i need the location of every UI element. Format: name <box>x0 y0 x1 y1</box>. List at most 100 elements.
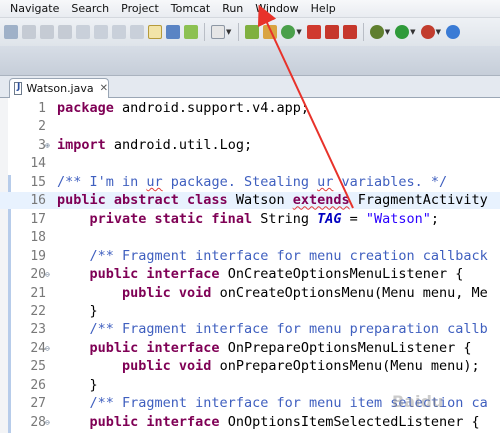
code-token: ur <box>146 173 163 190</box>
menu-window[interactable]: Window <box>249 0 304 18</box>
run-coverage-icon[interactable] <box>420 25 435 39</box>
terminate-icon[interactable] <box>40 25 54 39</box>
toolbar-separator <box>362 23 364 41</box>
step-into-icon[interactable] <box>76 25 90 39</box>
code-token: import <box>57 136 106 153</box>
code-line: 1 package android.support.v4.app; <box>0 100 500 117</box>
line-number: 15 <box>30 174 46 190</box>
code-text: public interface OnPrepareOptionsMenuLis… <box>57 340 472 357</box>
code-token: package <box>57 100 114 116</box>
chevron-down-icon[interactable]: ▼ <box>410 28 415 36</box>
menu-project[interactable]: Project <box>115 0 165 18</box>
menu-search[interactable]: Search <box>65 0 115 18</box>
line-number: 27 <box>30 396 46 412</box>
main-toolbar: ▼ ▼ ▼ ▼ ▼ <box>0 18 500 46</box>
menu-run[interactable]: Run <box>216 0 249 18</box>
collapse-fold-icon[interactable]: ⊖ <box>45 414 50 431</box>
line-number: 21 <box>30 285 46 301</box>
code-token: public void <box>122 358 212 375</box>
code-token: OnOptionsItemSelectedListener { <box>219 413 480 430</box>
code-text: /** I'm in ur package. Stealing ur varia… <box>57 174 447 191</box>
coverage-icon[interactable] <box>342 25 357 39</box>
perspective-area <box>0 46 500 76</box>
editor-tab-watson[interactable]: Watson.java ✕ <box>9 78 109 98</box>
web-icon[interactable] <box>281 25 296 39</box>
open-console-icon[interactable] <box>166 25 180 39</box>
code-text: private static final String TAG = "Watso… <box>57 210 440 228</box>
editor-tab-label: Watson.java <box>26 82 94 95</box>
toolbar-separator <box>238 23 240 41</box>
menu-bar: Navigate Search Project Tomcat Run Windo… <box>0 0 500 18</box>
line-number: 28 <box>30 414 46 430</box>
disconnect-icon[interactable] <box>58 25 72 39</box>
collapse-fold-icon[interactable]: ⊖ <box>45 266 50 283</box>
chevron-down-icon[interactable]: ▼ <box>226 28 231 36</box>
line-number: 2 <box>38 119 46 135</box>
step-return-icon[interactable] <box>112 25 126 39</box>
run-green-icon[interactable] <box>395 25 410 39</box>
profile-icon[interactable] <box>445 25 460 39</box>
toolbar-separator <box>204 23 205 41</box>
code-token: FragmentActivity <box>349 192 488 209</box>
avd-manager-icon[interactable] <box>211 25 225 39</box>
line-number: 25 <box>30 359 46 375</box>
chevron-down-icon[interactable]: ▼ <box>436 28 441 36</box>
line-number: 3 <box>38 137 46 153</box>
external-tools-icon[interactable] <box>369 25 384 39</box>
suspend-icon[interactable] <box>22 25 36 39</box>
line-number: 17 <box>30 211 46 227</box>
code-editor[interactable]: 1 package android.support.v4.app; 2 3 ⊕ impor… <box>0 98 500 433</box>
collapse-fold-icon[interactable]: ⊖ <box>45 340 50 357</box>
code-token: String <box>252 210 318 227</box>
code-text: /** Fragment interface for menu creation… <box>57 248 488 265</box>
code-line: 25 public void onPrepareOptionsMenu(Menu… <box>0 358 500 375</box>
code-token: TAG <box>317 210 342 227</box>
drop-to-frame-icon[interactable] <box>130 25 144 39</box>
chevron-down-icon[interactable]: ▼ <box>296 28 301 36</box>
server-icon[interactable] <box>306 25 321 39</box>
code-line: 21 public void onCreateOptionsMenu(Menu … <box>0 285 500 302</box>
menu-help[interactable]: Help <box>305 0 342 18</box>
close-icon[interactable]: ✕ <box>100 83 108 94</box>
menu-navigate[interactable]: Navigate <box>0 0 65 18</box>
step-over-icon[interactable] <box>94 25 108 39</box>
code-token: android.util.Log; <box>105 136 253 153</box>
code-line: 15 /** I'm in ur package. Stealing ur var… <box>0 174 500 191</box>
code-token: public interface <box>89 413 220 430</box>
new-android-project-icon[interactable] <box>245 25 260 39</box>
use-step-filters-icon[interactable] <box>148 25 162 39</box>
code-line: 17 private static final String TAG = "Wa… <box>0 211 500 228</box>
code-line: 18 <box>0 229 500 246</box>
code-token: variables. */ <box>333 173 448 190</box>
code-line: 19 /** Fragment interface for menu creat… <box>0 248 500 265</box>
android-sdk-manager-icon[interactable] <box>184 25 198 39</box>
line-number: 22 <box>30 303 46 319</box>
debug-icon[interactable] <box>4 25 18 39</box>
open-type-icon[interactable] <box>263 25 278 39</box>
expand-fold-icon[interactable]: ⊕ <box>45 137 50 154</box>
java-file-icon <box>14 82 23 95</box>
line-number: 1 <box>38 101 46 116</box>
code-token: public void <box>122 284 212 301</box>
line-number: 14 <box>30 156 46 172</box>
code-text: public abstract class Watson extends Fra… <box>57 192 488 209</box>
line-number: 20 <box>30 267 46 283</box>
line-number: 23 <box>30 322 46 338</box>
code-text: package android.support.v4.app; <box>57 100 309 117</box>
run-icon[interactable] <box>324 25 339 39</box>
code-text: public interface OnOptionsItemSelectedLi… <box>57 414 480 431</box>
code-token: public interface <box>89 266 220 283</box>
code-text: import android.util.Log; <box>57 137 252 154</box>
code-token: ; <box>430 210 440 227</box>
code-line: 28 ⊖ public interface OnOptionsItemSelect… <box>0 414 500 431</box>
menu-tomcat[interactable]: Tomcat <box>165 0 216 18</box>
code-token: public abstract class <box>57 192 228 209</box>
line-number: 18 <box>30 230 46 246</box>
line-number: 26 <box>30 377 46 393</box>
chevron-down-icon[interactable]: ▼ <box>385 28 390 36</box>
